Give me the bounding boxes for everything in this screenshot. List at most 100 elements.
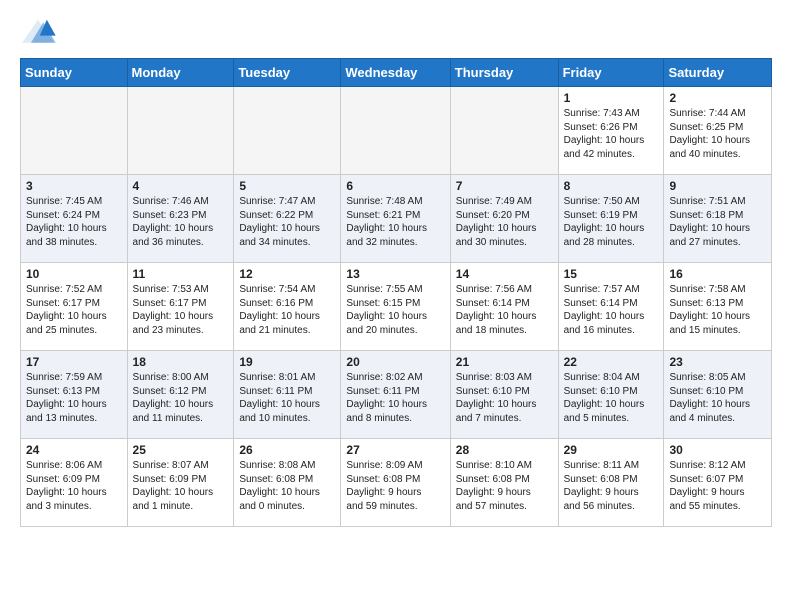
day-cell: 4 Sunrise: 7:46 AM Sunset: 6:23 PM Daylig… — [127, 175, 234, 263]
day-cell: 21 Sunrise: 8:03 AM Sunset: 6:10 PM Dayli… — [450, 351, 558, 439]
day-info: Sunrise: 7:52 AM Sunset: 6:17 PM Dayligh… — [26, 283, 122, 337]
day-number: 28 — [456, 443, 553, 457]
day-cell — [234, 87, 341, 175]
day-number: 25 — [133, 443, 229, 457]
day-cell: 25 Sunrise: 8:07 AM Sunset: 6:09 PM Dayli… — [127, 439, 234, 527]
day-number: 29 — [564, 443, 659, 457]
day-number: 26 — [239, 443, 335, 457]
day-number: 8 — [564, 179, 659, 193]
day-cell — [341, 87, 450, 175]
day-info: Sunrise: 8:02 AM Sunset: 6:11 PM Dayligh… — [346, 371, 444, 425]
day-info: Sunrise: 7:43 AM Sunset: 6:26 PM Dayligh… — [564, 107, 659, 161]
day-number: 11 — [133, 267, 229, 281]
day-number: 6 — [346, 179, 444, 193]
day-cell: 6 Sunrise: 7:48 AM Sunset: 6:21 PM Daylig… — [341, 175, 450, 263]
week-row-4: 17 Sunrise: 7:59 AM Sunset: 6:13 PM Dayli… — [21, 351, 772, 439]
day-info: Sunrise: 7:45 AM Sunset: 6:24 PM Dayligh… — [26, 195, 122, 249]
day-number: 19 — [239, 355, 335, 369]
day-cell: 26 Sunrise: 8:08 AM Sunset: 6:08 PM Dayli… — [234, 439, 341, 527]
day-cell: 23 Sunrise: 8:05 AM Sunset: 6:10 PM Dayli… — [664, 351, 772, 439]
day-number: 12 — [239, 267, 335, 281]
day-info: Sunrise: 8:07 AM Sunset: 6:09 PM Dayligh… — [133, 459, 229, 513]
day-number: 7 — [456, 179, 553, 193]
day-cell: 15 Sunrise: 7:57 AM Sunset: 6:14 PM Dayli… — [558, 263, 664, 351]
day-info: Sunrise: 7:46 AM Sunset: 6:23 PM Dayligh… — [133, 195, 229, 249]
day-info: Sunrise: 7:59 AM Sunset: 6:13 PM Dayligh… — [26, 371, 122, 425]
day-info: Sunrise: 8:01 AM Sunset: 6:11 PM Dayligh… — [239, 371, 335, 425]
day-info: Sunrise: 7:57 AM Sunset: 6:14 PM Dayligh… — [564, 283, 659, 337]
day-number: 4 — [133, 179, 229, 193]
page: SundayMondayTuesdayWednesdayThursdayFrid… — [0, 0, 792, 612]
weekday-header-thursday: Thursday — [450, 59, 558, 87]
day-info: Sunrise: 8:03 AM Sunset: 6:10 PM Dayligh… — [456, 371, 553, 425]
week-row-1: 1 Sunrise: 7:43 AM Sunset: 6:26 PM Daylig… — [21, 87, 772, 175]
day-cell — [21, 87, 128, 175]
day-cell: 2 Sunrise: 7:44 AM Sunset: 6:25 PM Daylig… — [664, 87, 772, 175]
weekday-header-wednesday: Wednesday — [341, 59, 450, 87]
day-number: 14 — [456, 267, 553, 281]
day-cell: 11 Sunrise: 7:53 AM Sunset: 6:17 PM Dayli… — [127, 263, 234, 351]
day-number: 9 — [669, 179, 766, 193]
day-cell: 1 Sunrise: 7:43 AM Sunset: 6:26 PM Daylig… — [558, 87, 664, 175]
day-info: Sunrise: 7:44 AM Sunset: 6:25 PM Dayligh… — [669, 107, 766, 161]
day-number: 21 — [456, 355, 553, 369]
day-info: Sunrise: 7:58 AM Sunset: 6:13 PM Dayligh… — [669, 283, 766, 337]
weekday-header-monday: Monday — [127, 59, 234, 87]
day-cell: 5 Sunrise: 7:47 AM Sunset: 6:22 PM Daylig… — [234, 175, 341, 263]
day-info: Sunrise: 8:06 AM Sunset: 6:09 PM Dayligh… — [26, 459, 122, 513]
day-cell — [127, 87, 234, 175]
day-cell: 20 Sunrise: 8:02 AM Sunset: 6:11 PM Dayli… — [341, 351, 450, 439]
day-number: 2 — [669, 91, 766, 105]
day-cell: 29 Sunrise: 8:11 AM Sunset: 6:08 PM Dayli… — [558, 439, 664, 527]
day-info: Sunrise: 7:48 AM Sunset: 6:21 PM Dayligh… — [346, 195, 444, 249]
day-info: Sunrise: 7:49 AM Sunset: 6:20 PM Dayligh… — [456, 195, 553, 249]
day-cell: 22 Sunrise: 8:04 AM Sunset: 6:10 PM Dayli… — [558, 351, 664, 439]
day-info: Sunrise: 7:56 AM Sunset: 6:14 PM Dayligh… — [456, 283, 553, 337]
day-number: 1 — [564, 91, 659, 105]
day-number: 3 — [26, 179, 122, 193]
day-number: 23 — [669, 355, 766, 369]
weekday-header-friday: Friday — [558, 59, 664, 87]
calendar: SundayMondayTuesdayWednesdayThursdayFrid… — [20, 58, 772, 527]
day-cell: 3 Sunrise: 7:45 AM Sunset: 6:24 PM Daylig… — [21, 175, 128, 263]
day-cell: 24 Sunrise: 8:06 AM Sunset: 6:09 PM Dayli… — [21, 439, 128, 527]
day-info: Sunrise: 7:54 AM Sunset: 6:16 PM Dayligh… — [239, 283, 335, 337]
day-info: Sunrise: 8:10 AM Sunset: 6:08 PM Dayligh… — [456, 459, 553, 513]
day-cell: 30Sunrise: 8:12 AM Sunset: 6:07 PM Dayli… — [664, 439, 772, 527]
day-number: 5 — [239, 179, 335, 193]
day-cell: 17 Sunrise: 7:59 AM Sunset: 6:13 PM Dayli… — [21, 351, 128, 439]
day-number: 30 — [669, 443, 766, 457]
day-info: Sunrise: 7:55 AM Sunset: 6:15 PM Dayligh… — [346, 283, 444, 337]
day-info: Sunrise: 8:04 AM Sunset: 6:10 PM Dayligh… — [564, 371, 659, 425]
day-number: 22 — [564, 355, 659, 369]
day-number: 17 — [26, 355, 122, 369]
day-number: 27 — [346, 443, 444, 457]
weekday-header-sunday: Sunday — [21, 59, 128, 87]
day-cell: 8 Sunrise: 7:50 AM Sunset: 6:19 PM Daylig… — [558, 175, 664, 263]
day-number: 15 — [564, 267, 659, 281]
day-cell: 13Sunrise: 7:55 AM Sunset: 6:15 PM Dayli… — [341, 263, 450, 351]
day-cell: 27Sunrise: 8:09 AM Sunset: 6:08 PM Dayli… — [341, 439, 450, 527]
week-row-3: 10 Sunrise: 7:52 AM Sunset: 6:17 PM Dayli… — [21, 263, 772, 351]
day-number: 10 — [26, 267, 122, 281]
day-cell — [450, 87, 558, 175]
day-info: Sunrise: 7:47 AM Sunset: 6:22 PM Dayligh… — [239, 195, 335, 249]
header — [20, 18, 772, 48]
weekday-header-tuesday: Tuesday — [234, 59, 341, 87]
weekday-header-row: SundayMondayTuesdayWednesdayThursdayFrid… — [21, 59, 772, 87]
day-cell: 19 Sunrise: 8:01 AM Sunset: 6:11 PM Dayli… — [234, 351, 341, 439]
day-cell: 18Sunrise: 8:00 AM Sunset: 6:12 PM Dayli… — [127, 351, 234, 439]
day-number: 16 — [669, 267, 766, 281]
day-number: 20 — [346, 355, 444, 369]
day-info: Sunrise: 8:05 AM Sunset: 6:10 PM Dayligh… — [669, 371, 766, 425]
day-info: Sunrise: 8:08 AM Sunset: 6:08 PM Dayligh… — [239, 459, 335, 513]
week-row-2: 3 Sunrise: 7:45 AM Sunset: 6:24 PM Daylig… — [21, 175, 772, 263]
day-info: Sunrise: 8:11 AM Sunset: 6:08 PM Dayligh… — [564, 459, 659, 513]
day-info: Sunrise: 7:53 AM Sunset: 6:17 PM Dayligh… — [133, 283, 229, 337]
day-cell: 9Sunrise: 7:51 AM Sunset: 6:18 PM Daylig… — [664, 175, 772, 263]
day-info: Sunrise: 7:50 AM Sunset: 6:19 PM Dayligh… — [564, 195, 659, 249]
day-info: Sunrise: 8:00 AM Sunset: 6:12 PM Dayligh… — [133, 371, 229, 425]
day-cell: 14 Sunrise: 7:56 AM Sunset: 6:14 PM Dayli… — [450, 263, 558, 351]
day-number: 24 — [26, 443, 122, 457]
logo-icon — [20, 18, 56, 48]
